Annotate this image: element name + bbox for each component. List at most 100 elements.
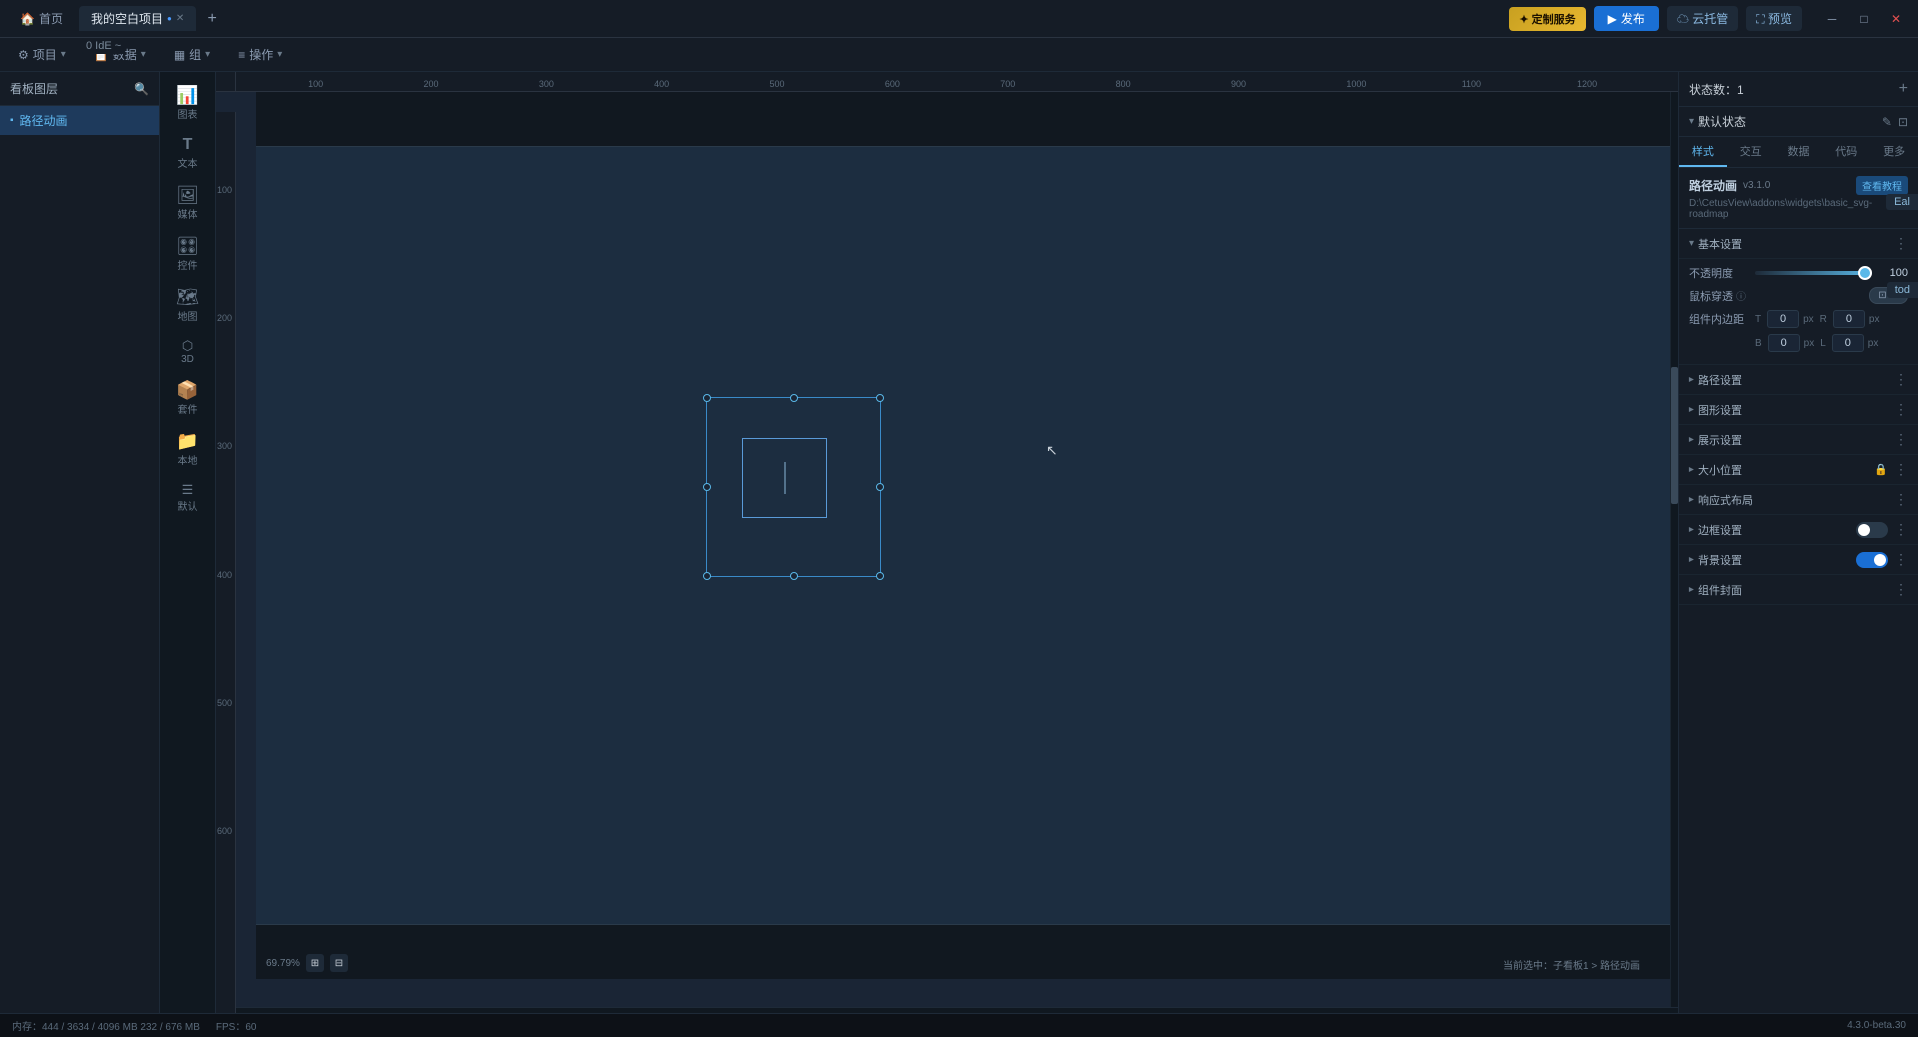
section-shape-more[interactable]: ⋮	[1894, 401, 1908, 418]
publish-label: 发布	[1621, 10, 1645, 27]
preview-button[interactable]: ⛶ 预览	[1746, 6, 1802, 31]
layer-item-roadmap[interactable]: ▪ 路径动画	[0, 106, 159, 135]
handle-middle-right[interactable]	[876, 483, 884, 491]
handle-middle-left[interactable]	[703, 483, 711, 491]
top-bar: 🏠 首页 我的空白项目 ● ✕ + ✦ 定制服务 ▶ 发布 ☁ 云托管 ⛶ 预览…	[0, 0, 1918, 38]
toolbar-component[interactable]: ▦ 组 ▾	[168, 42, 216, 67]
operation-label: 操作	[249, 46, 273, 63]
edit-icon[interactable]: ✎	[1882, 115, 1892, 129]
sidebar-item-local[interactable]: 📁 本地	[164, 426, 212, 473]
section-display-more[interactable]: ⋮	[1894, 431, 1908, 448]
zoom-value[interactable]: 69.79%	[266, 958, 300, 969]
lock-icon[interactable]: 🔒	[1874, 463, 1888, 476]
add-state-button[interactable]: +	[1899, 80, 1908, 98]
sidebar-item-3d[interactable]: ⬡ 3D	[164, 333, 212, 371]
copy-icon[interactable]: ⊡	[1898, 115, 1908, 129]
tab-data[interactable]: 数据	[1775, 137, 1823, 167]
bg-toggle[interactable]	[1856, 552, 1888, 568]
cloud-button[interactable]: ☁ 云托管	[1667, 6, 1738, 31]
section-bg-header[interactable]: ▾ 背景设置 ⋮	[1679, 545, 1918, 575]
tab-home[interactable]: 🏠 首页	[8, 6, 75, 31]
handle-top-right[interactable]	[876, 394, 884, 402]
section-border-header[interactable]: ▾ 边框设置 ⋮	[1679, 515, 1918, 545]
close-tab-icon[interactable]: ✕	[176, 13, 184, 24]
widget-name-left: 路径动画 v3.1.0	[1689, 177, 1770, 194]
control-label: 控件	[178, 257, 198, 272]
section-basic-more[interactable]: ⋮	[1894, 235, 1908, 252]
padding-L-input[interactable]	[1832, 334, 1864, 352]
section-shape-header[interactable]: ▾ 图形设置 ⋮	[1679, 395, 1918, 425]
handle-top-center[interactable]	[790, 394, 798, 402]
border-toggle[interactable]	[1856, 522, 1888, 538]
section-size-header[interactable]: ▾ 大小位置 🔒 ⋮	[1679, 455, 1918, 485]
default-state-left: ▾ 默认状态	[1689, 113, 1746, 130]
sidebar-item-map[interactable]: 🗺 地图	[164, 282, 212, 329]
handle-top-left[interactable]	[703, 394, 711, 402]
canvas-board[interactable]: ↖ 当前选中：子看板1 > 路径动画 69.79% ⊞ ⊟	[256, 92, 1670, 1007]
media-icon: 🖼	[176, 186, 199, 204]
section-responsive-more[interactable]: ⋮	[1894, 491, 1908, 508]
section-cover-more[interactable]: ⋮	[1894, 581, 1908, 598]
padding-B-input[interactable]	[1768, 334, 1800, 352]
padding-T-unit: px	[1803, 314, 1814, 325]
map-icon: 🗺	[176, 288, 199, 306]
section-path-title: ▾ 路径设置	[1689, 372, 1742, 388]
sidebar-item-default[interactable]: ☰ 默认	[164, 477, 212, 519]
tab-style[interactable]: 样式	[1679, 137, 1727, 167]
tab-interaction[interactable]: 交互	[1727, 137, 1775, 167]
info-right: 4.3.0-beta.30	[1847, 1020, 1906, 1031]
zoom-mode-button[interactable]: ⊟	[330, 954, 348, 972]
tutorial-button[interactable]: 查看教程	[1856, 176, 1908, 195]
data-chevron: ▾	[141, 49, 146, 60]
default-label: 默认	[178, 498, 198, 513]
tab-more[interactable]: 更多	[1870, 137, 1918, 167]
status-text: 当前选中：子看板1 > 路径动画	[1503, 961, 1640, 972]
section-basic-header[interactable]: ▾ 基本设置 ⋮	[1679, 229, 1918, 259]
minimize-button[interactable]: ─	[1818, 5, 1846, 33]
section-border-more[interactable]: ⋮	[1894, 521, 1908, 538]
toolbar-project[interactable]: ⚙ 项目 ▾	[12, 42, 72, 67]
section-path-header[interactable]: ▾ 路径设置 ⋮	[1679, 365, 1918, 395]
publish-button[interactable]: ▶ 发布	[1594, 6, 1659, 31]
fit-view-button[interactable]: ⊞	[306, 954, 324, 972]
opacity-slider[interactable]	[1755, 271, 1872, 275]
add-tab-button[interactable]: +	[200, 7, 224, 31]
search-icon[interactable]: 🔍	[134, 82, 149, 96]
handle-bottom-center[interactable]	[790, 572, 798, 580]
tab-code[interactable]: 代码	[1822, 137, 1870, 167]
custom-service-button[interactable]: ✦ 定制服务	[1509, 7, 1585, 31]
section-cover-chevron: ▾	[1686, 587, 1697, 592]
maximize-button[interactable]: □	[1850, 5, 1878, 33]
canvas-scrollbar-v[interactable]	[1670, 92, 1678, 1007]
sidebar-item-kit[interactable]: 📦 套件	[164, 375, 212, 422]
section-responsive-header[interactable]: ▾ 响应式布局 ⋮	[1679, 485, 1918, 515]
section-display-header[interactable]: ▾ 展示设置 ⋮	[1679, 425, 1918, 455]
memory-info: 内存：444 / 3634 / 4096 MB 232 / 676 MB	[12, 1018, 200, 1033]
tod-label: tod	[1887, 282, 1918, 298]
section-bg-more[interactable]: ⋮	[1894, 551, 1908, 568]
close-button[interactable]: ✕	[1882, 5, 1910, 33]
sidebar-item-control[interactable]: 🎛 控件	[164, 231, 212, 278]
section-size-more[interactable]: ⋮	[1894, 461, 1908, 478]
cloud-label: 云托管	[1692, 12, 1728, 26]
section-display-title: ▾ 展示设置	[1689, 432, 1742, 448]
toolbar-data[interactable]: 📋 数据 ▾	[88, 42, 152, 67]
section-path-more[interactable]: ⋮	[1894, 371, 1908, 388]
handle-bottom-left[interactable]	[703, 572, 711, 580]
toolbar-operation[interactable]: ≡ 操作 ▾	[232, 42, 288, 67]
padding-T-input[interactable]	[1767, 310, 1799, 328]
padding-R-input[interactable]	[1833, 310, 1865, 328]
handle-bottom-right[interactable]	[876, 572, 884, 580]
canvas-work-area[interactable]: ↖	[256, 147, 1670, 924]
sidebar-item-text[interactable]: T 文本	[164, 131, 212, 176]
sidebar-item-chart[interactable]: 📊 图表	[164, 80, 212, 127]
sidebar-item-media[interactable]: 🖼 媒体	[164, 180, 212, 227]
selected-widget[interactable]	[706, 397, 881, 577]
tab-project[interactable]: 我的空白项目 ● ✕	[79, 6, 196, 31]
state-chevron: ▾	[1689, 116, 1694, 127]
section-bg-title: ▾ 背景设置	[1689, 552, 1742, 568]
local-label: 本地	[178, 452, 198, 467]
section-cover-header[interactable]: ▾ 组件封面 ⋮	[1679, 575, 1918, 605]
chart-icon: 📊	[176, 86, 198, 104]
zoom-controls: 69.79% ⊞ ⊟	[266, 954, 348, 972]
